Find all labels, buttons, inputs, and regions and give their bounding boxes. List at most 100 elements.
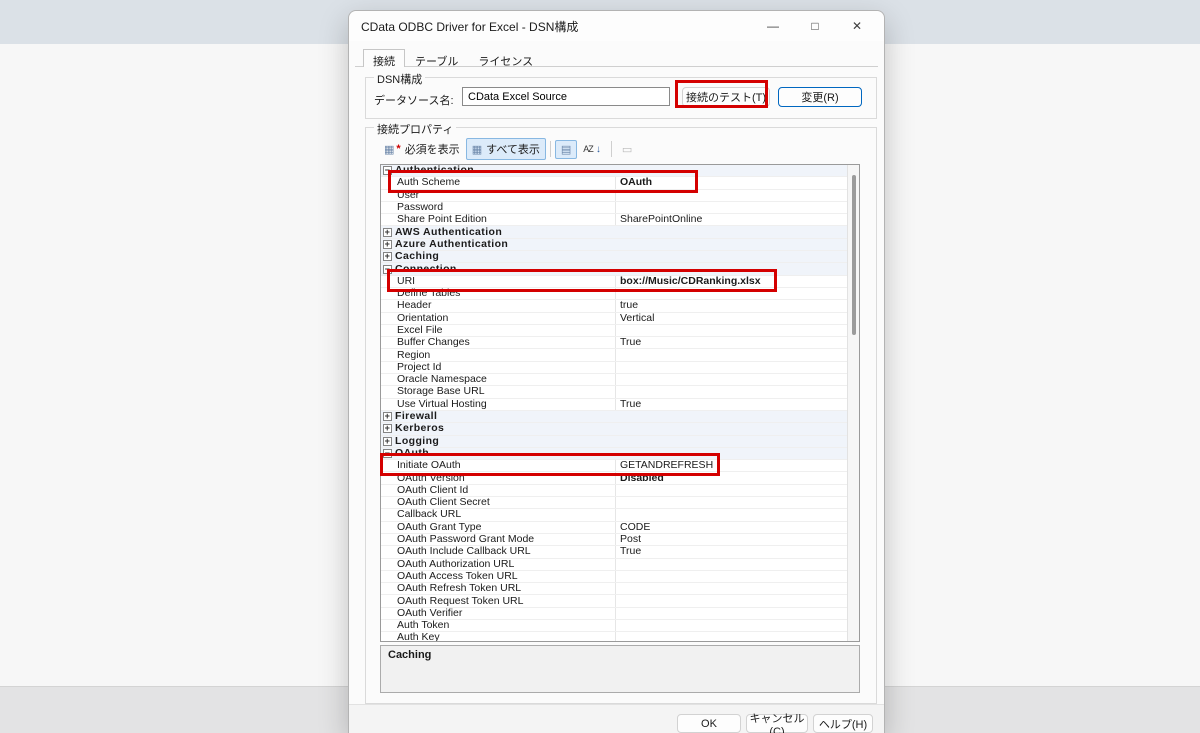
category-name: Caching	[395, 251, 439, 262]
categorized-view-button[interactable]: ▤	[555, 140, 577, 159]
cancel-button[interactable]: キャンセル(C)	[746, 714, 808, 733]
grid-property-row[interactable]: Excel File	[381, 325, 847, 337]
property-name: OAuth Verifier	[381, 608, 616, 619]
maximize-icon: □	[811, 19, 818, 33]
grid-property-row[interactable]: OAuth Authorization URL	[381, 559, 847, 571]
grid-scrollbar[interactable]	[847, 165, 859, 641]
grid-property-row[interactable]: OAuth Client Secret	[381, 497, 847, 509]
grid-property-row[interactable]: OrientationVertical	[381, 313, 847, 325]
grid-property-row[interactable]: Region	[381, 349, 847, 361]
tab-license[interactable]: ライセンス	[468, 49, 543, 67]
expand-icon[interactable]: +	[383, 437, 392, 446]
grid-category-row[interactable]: −Authentication	[381, 165, 847, 177]
grid-category-row[interactable]: −OAuth	[381, 448, 847, 460]
property-name: Initiate OAuth	[381, 460, 616, 471]
property-value[interactable]: Vertical	[616, 313, 654, 324]
grid-property-row[interactable]: Auth Key	[381, 632, 847, 642]
grid-property-row[interactable]: Project Id	[381, 362, 847, 374]
grid-property-row[interactable]: Define Tables	[381, 288, 847, 300]
property-name: OAuth Request Token URL	[381, 595, 616, 606]
change-button[interactable]: 変更(R)	[778, 87, 862, 107]
window-title: CData ODBC Driver for Excel - DSN構成	[349, 18, 752, 35]
tab-table[interactable]: テーブル	[405, 49, 468, 67]
grid-property-row[interactable]: Password	[381, 202, 847, 214]
ok-button[interactable]: OK	[677, 714, 741, 733]
property-value[interactable]: Disabled	[616, 473, 664, 484]
property-name: Header	[381, 300, 616, 311]
property-value[interactable]: True	[616, 399, 641, 410]
grid-property-row[interactable]: Use Virtual HostingTrue	[381, 399, 847, 411]
close-button[interactable]: ✕	[836, 11, 878, 41]
grid-property-row[interactable]: Initiate OAuthGETANDREFRESH	[381, 460, 847, 472]
property-value[interactable]: True	[616, 337, 641, 348]
collapse-icon[interactable]: −	[383, 449, 392, 458]
category-name: Connection	[395, 264, 457, 275]
grid-property-row[interactable]: User	[381, 190, 847, 202]
grid-property-row[interactable]: OAuth Include Callback URLTrue	[381, 546, 847, 558]
property-name: Auth Scheme	[381, 177, 616, 188]
property-name: URI	[381, 276, 616, 287]
grid-property-row[interactable]: OAuth Password Grant ModePost	[381, 534, 847, 546]
grid-category-row[interactable]: +Firewall	[381, 411, 847, 423]
grid-category-row[interactable]: −Connection	[381, 263, 847, 275]
expand-icon[interactable]: +	[383, 252, 392, 261]
grid-scrollbar-thumb[interactable]	[852, 175, 856, 335]
property-value[interactable]: true	[616, 300, 638, 311]
grid-category-row[interactable]: +Caching	[381, 251, 847, 263]
maximize-button[interactable]: □	[794, 11, 836, 41]
property-value[interactable]: GETANDREFRESH	[616, 460, 713, 471]
show-required-button[interactable]: ▦* 必須を表示	[378, 138, 466, 160]
grid-property-row[interactable]: OAuth VersionDisabled	[381, 472, 847, 484]
minimize-button[interactable]: —	[752, 11, 794, 41]
grid-category-row[interactable]: +AWS Authentication	[381, 226, 847, 238]
property-name: OAuth Client Secret	[381, 497, 616, 508]
expand-icon[interactable]: +	[383, 424, 392, 433]
property-name: OAuth Grant Type	[381, 522, 616, 533]
alphabetical-sort-button[interactable]: AZ↓	[577, 141, 607, 158]
property-value[interactable]: OAuth	[616, 177, 652, 188]
tab-strip: 接続 テーブル ライセンス	[363, 49, 543, 67]
grid-property-row[interactable]: URIbox://Music/CDRanking.xlsx	[381, 276, 847, 288]
grid-property-row[interactable]: Storage Base URL	[381, 386, 847, 398]
property-pages-button[interactable]: ▭	[616, 140, 638, 159]
grid-property-row[interactable]: Headertrue	[381, 300, 847, 312]
grid-property-row[interactable]: Oracle Namespace	[381, 374, 847, 386]
grid-property-row[interactable]: OAuth Request Token URL	[381, 595, 847, 607]
property-value[interactable]: box://Music/CDRanking.xlsx	[616, 276, 761, 287]
grid-category-row[interactable]: +Logging	[381, 436, 847, 448]
grid-property-row[interactable]: OAuth Verifier	[381, 608, 847, 620]
property-name: Use Virtual Hosting	[381, 399, 616, 410]
grid-property-row[interactable]: Share Point EditionSharePointOnline	[381, 214, 847, 226]
expand-icon[interactable]: +	[383, 412, 392, 421]
grid-category-row[interactable]: +Kerberos	[381, 423, 847, 435]
collapse-icon[interactable]: −	[383, 265, 392, 274]
test-connection-button[interactable]: 接続のテスト(T)	[682, 87, 770, 107]
category-name: Kerberos	[395, 423, 444, 434]
dsn-config-dialog: CData ODBC Driver for Excel - DSN構成 — □ …	[348, 10, 885, 733]
property-value[interactable]: Post	[616, 534, 641, 545]
grid-property-row[interactable]: OAuth Refresh Token URL	[381, 583, 847, 595]
grid-property-row[interactable]: Buffer ChangesTrue	[381, 337, 847, 349]
property-name: Define Tables	[381, 288, 616, 299]
expand-icon[interactable]: +	[383, 240, 392, 249]
grid-property-row[interactable]: Callback URL	[381, 509, 847, 521]
category-name: OAuth	[395, 448, 429, 459]
tab-connection[interactable]: 接続	[363, 49, 405, 67]
connection-properties-title: 接続プロパティ	[374, 121, 456, 137]
help-button[interactable]: ヘルプ(H)	[813, 714, 873, 733]
grid-property-row[interactable]: OAuth Client Id	[381, 485, 847, 497]
grid-property-row[interactable]: OAuth Access Token URL	[381, 571, 847, 583]
show-all-button[interactable]: ▦ すべて表示	[466, 138, 546, 160]
category-name: Azure Authentication	[395, 239, 508, 250]
grid-property-row[interactable]: Auth Token	[381, 620, 847, 632]
expand-icon[interactable]: +	[383, 228, 392, 237]
property-value[interactable]: SharePointOnline	[616, 214, 702, 225]
property-value[interactable]: True	[616, 546, 641, 557]
property-name: OAuth Version	[381, 472, 616, 483]
collapse-icon[interactable]: −	[383, 166, 392, 175]
grid-category-row[interactable]: +Azure Authentication	[381, 239, 847, 251]
property-value[interactable]: CODE	[616, 522, 650, 533]
grid-property-row[interactable]: OAuth Grant TypeCODE	[381, 522, 847, 534]
grid-property-row[interactable]: Auth SchemeOAuth	[381, 177, 847, 189]
datasource-name-input[interactable]	[462, 87, 670, 106]
